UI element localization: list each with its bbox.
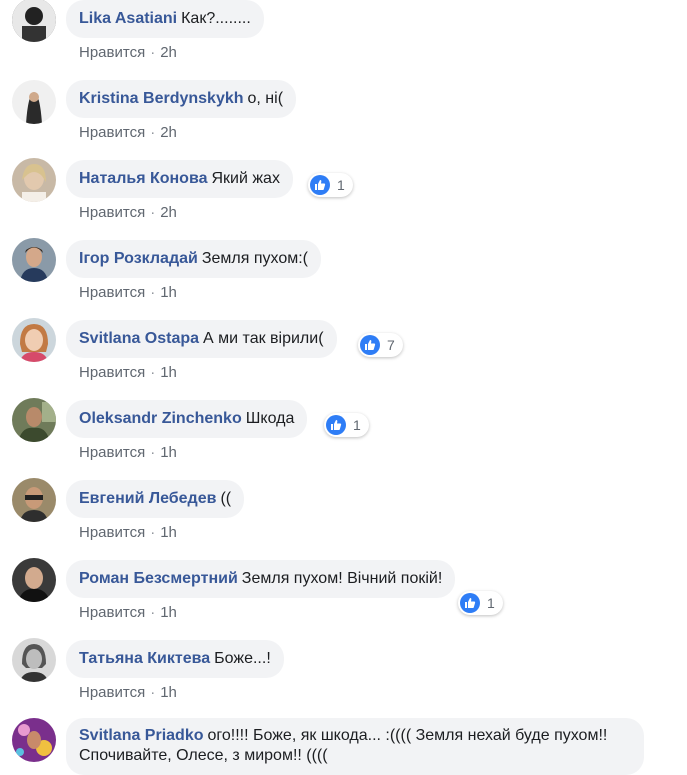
comment-author[interactable]: Oleksandr Zinchenko xyxy=(79,410,242,427)
like-link[interactable]: Нравится xyxy=(79,44,145,61)
comment-meta: Нравится · 1h xyxy=(79,684,177,701)
like-icon xyxy=(460,593,480,613)
like-link[interactable]: Нравится xyxy=(79,364,145,381)
comment-time[interactable]: 2h xyxy=(160,124,177,141)
comment-text: Шкода xyxy=(245,410,295,427)
comment-author[interactable]: Наталья Конова xyxy=(79,170,207,187)
comment-author[interactable]: Svitlana Priadko xyxy=(79,727,204,744)
comment-time[interactable]: 1h xyxy=(160,444,177,461)
like-icon xyxy=(310,175,330,195)
comment-bubble: Роман Безсмертний Земля пухом! Вічний пок… xyxy=(66,560,456,598)
comment-meta: Нравится · 1h xyxy=(79,524,177,541)
comment-text: Как?........ xyxy=(181,10,251,27)
comment-meta: Нравится · 2h xyxy=(79,124,177,141)
comment-bubble: Наталья Конова Який жах xyxy=(66,160,293,198)
avatar[interactable] xyxy=(12,638,56,682)
comment-bubble: Svitlana Priadko ого!!!! Боже, як шкода..… xyxy=(66,718,644,775)
like-icon xyxy=(360,335,380,355)
comment-author[interactable]: Kristina Berdynskykh xyxy=(79,90,244,107)
avatar[interactable] xyxy=(12,158,56,202)
like-link[interactable]: Нравится xyxy=(79,204,145,221)
like-icon xyxy=(326,415,346,435)
comment-author[interactable]: Татьяна Киктева xyxy=(79,650,210,667)
avatar[interactable] xyxy=(12,318,56,362)
reaction-count[interactable]: 1 xyxy=(324,413,369,437)
comment-meta: Нравится · 1h xyxy=(79,444,177,461)
comment-bubble: Kristina Berdynskykh о, ні( xyxy=(66,80,297,118)
comment-text: Земля пухом:( xyxy=(201,250,309,267)
like-link[interactable]: Нравится xyxy=(79,524,145,541)
reaction-count[interactable]: 1 xyxy=(458,591,503,615)
like-link[interactable]: Нравится xyxy=(79,444,145,461)
comment-text: Боже...! xyxy=(214,650,271,667)
comment-bubble: Евгений Лебедев(( xyxy=(66,480,245,518)
comment-time[interactable]: 2h xyxy=(160,44,177,61)
comment-author[interactable]: Svitlana Ostapa xyxy=(79,330,199,347)
avatar[interactable] xyxy=(12,0,56,42)
comment-meta: Нравится · 2h xyxy=(79,204,177,221)
like-link[interactable]: Нравится xyxy=(79,684,145,701)
avatar[interactable] xyxy=(12,478,56,522)
comment-time[interactable]: 1h xyxy=(160,524,177,541)
reaction-count[interactable]: 7 xyxy=(358,333,403,357)
comment-author[interactable]: Роман Безсмертний xyxy=(79,570,238,587)
like-link[interactable]: Нравится xyxy=(79,604,145,621)
comment-meta: Нравится · 1h xyxy=(79,284,177,301)
avatar[interactable] xyxy=(12,80,56,124)
comment-time[interactable]: 1h xyxy=(160,604,177,621)
avatar[interactable] xyxy=(12,398,56,442)
comment-text: о, ні( xyxy=(247,90,284,107)
avatar[interactable] xyxy=(12,558,56,602)
comment-author[interactable]: Евгений Лебедев xyxy=(79,490,216,507)
comment-bubble: Svitlana Ostapa А ми так вірили( xyxy=(66,320,337,358)
reaction-count[interactable]: 1 xyxy=(308,173,353,197)
comment-text: Який жах xyxy=(211,170,280,187)
comment-time[interactable]: 1h xyxy=(160,684,177,701)
comment-meta: Нравится · 2h xyxy=(79,44,177,61)
comment-bubble: Татьяна Киктева Боже...! xyxy=(66,640,284,678)
comment-text: (( xyxy=(220,490,232,507)
like-link[interactable]: Нравится xyxy=(79,124,145,141)
avatar[interactable] xyxy=(12,718,56,762)
comment-meta: Нравится · 1h xyxy=(79,604,177,621)
comment-author[interactable]: Ігор Розкладай xyxy=(79,250,198,267)
comment-time[interactable]: 2h xyxy=(160,204,177,221)
like-link[interactable]: Нравится xyxy=(79,284,145,301)
comment-text: Земля пухом! Вічний покій! xyxy=(241,570,443,587)
comment-meta: Нравится · 1h xyxy=(79,364,177,381)
comment-time[interactable]: 1h xyxy=(160,364,177,381)
comment-time[interactable]: 1h xyxy=(160,284,177,301)
comment-bubble: Oleksandr Zinchenko Шкода xyxy=(66,400,308,438)
comment-author[interactable]: Lika Asatiani xyxy=(79,10,177,27)
comment-text: А ми так вірили( xyxy=(203,330,324,347)
comment-bubble: Lika Asatiani Как?........ xyxy=(66,0,264,38)
avatar[interactable] xyxy=(12,238,56,282)
comment-bubble: Ігор Розкладай Земля пухом:( xyxy=(66,240,322,278)
